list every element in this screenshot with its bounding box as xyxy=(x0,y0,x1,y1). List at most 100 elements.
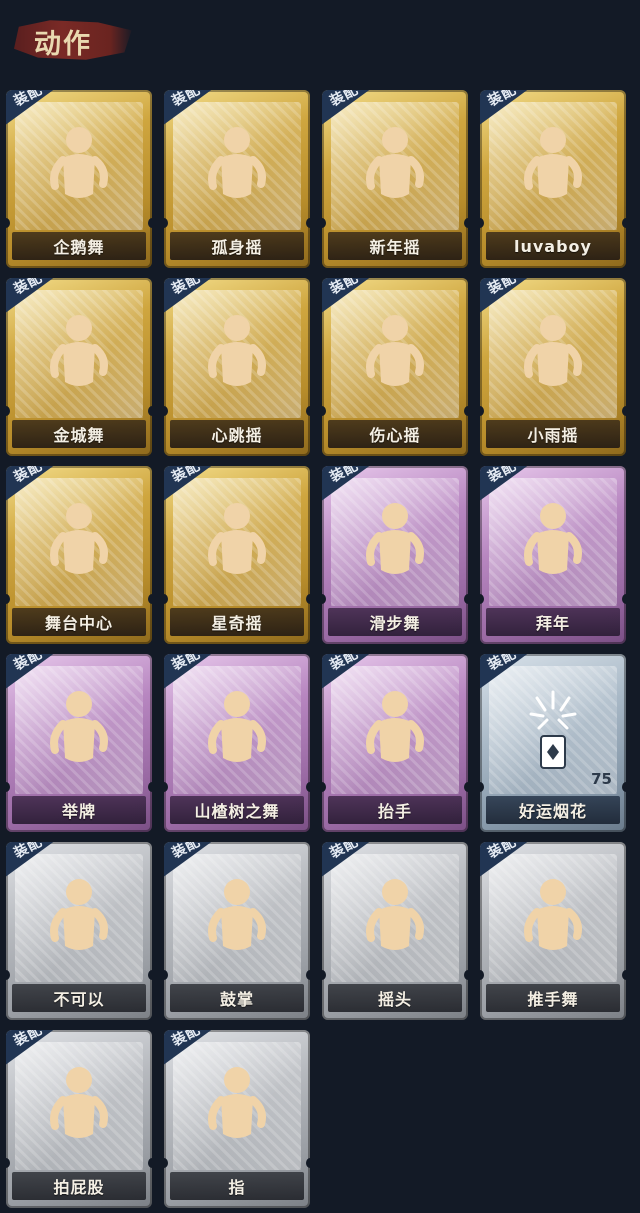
card-notch-decoration xyxy=(322,406,326,416)
emote-card[interactable]: 装配 小雨摇 xyxy=(480,278,626,456)
emote-card[interactable]: 装配 摇头 xyxy=(322,842,468,1020)
emote-card[interactable]: 装配 滑步舞 xyxy=(322,466,468,644)
emote-card[interactable]: 装配 鼓掌 xyxy=(164,842,310,1020)
emote-card[interactable]: 装配 企鹅舞 xyxy=(6,90,152,268)
emote-name: 鼓掌 xyxy=(219,990,254,1009)
card-notch-decoration xyxy=(322,218,326,228)
dance-pose-icon xyxy=(33,1060,125,1156)
card-label-bar: 新年摇 xyxy=(328,232,462,260)
dance-pose-icon xyxy=(507,872,599,968)
emote-name: 指 xyxy=(228,1178,246,1197)
emote-card[interactable]: 装配 舞台中心 xyxy=(6,466,152,644)
emote-card[interactable]: 装配 伤心摇 xyxy=(322,278,468,456)
card-notch-decoration xyxy=(164,782,168,792)
emote-name: 孤身摇 xyxy=(211,238,263,257)
card-label-bar: 鼓掌 xyxy=(170,984,304,1012)
emote-card[interactable]: 装配 指 xyxy=(164,1030,310,1208)
emote-card[interactable]: 装配 拍屁股 xyxy=(6,1030,152,1208)
card-label-bar: 摇头 xyxy=(328,984,462,1012)
hold-sign-icon xyxy=(33,684,125,780)
card-notch-decoration xyxy=(464,218,468,228)
card-label-bar: 孤身摇 xyxy=(170,232,304,260)
emote-name: 好运烟花 xyxy=(518,802,587,821)
dance-pose-icon xyxy=(349,120,441,216)
emote-name: 金城舞 xyxy=(53,426,105,445)
card-label-bar: 指 xyxy=(170,1172,304,1200)
card-notch-decoration xyxy=(164,218,168,228)
card-notch-decoration xyxy=(622,594,626,604)
emote-name: 举牌 xyxy=(61,802,96,821)
dance-pose-icon xyxy=(191,120,283,216)
card-notch-decoration xyxy=(6,594,10,604)
card-notch-decoration xyxy=(6,406,10,416)
card-notch-decoration xyxy=(306,1158,310,1168)
emote-card[interactable]: 装配 心跳摇 xyxy=(164,278,310,456)
point-hand-icon xyxy=(191,1060,283,1156)
emote-name: 摇头 xyxy=(377,990,412,1009)
card-notch-decoration xyxy=(306,218,310,228)
emote-card[interactable]: 装配 孤身摇 xyxy=(164,90,310,268)
emote-card[interactable]: 装配 新年摇 xyxy=(322,90,468,268)
emote-card[interactable]: 装配 推手舞 xyxy=(480,842,626,1020)
firework-icon xyxy=(507,684,599,780)
emote-name: 企鹅舞 xyxy=(53,238,105,257)
clap-icon xyxy=(191,872,283,968)
card-notch-decoration xyxy=(480,406,484,416)
dance-pose-icon xyxy=(33,496,125,592)
card-label-bar: 星奇摇 xyxy=(170,608,304,636)
emote-name: 星奇摇 xyxy=(211,614,263,633)
card-notch-decoration xyxy=(164,1158,168,1168)
dance-pose-icon xyxy=(191,308,283,404)
card-label-bar: 举牌 xyxy=(12,796,146,824)
greeting-pose-icon xyxy=(507,496,599,592)
emote-card[interactable]: 装配 抬手 xyxy=(322,654,468,832)
emote-card[interactable]: 装配 举牌 xyxy=(6,654,152,832)
card-notch-decoration xyxy=(322,594,326,604)
card-notch-decoration xyxy=(464,970,468,980)
card-label-bar: 金城舞 xyxy=(12,420,146,448)
emote-name: 拜年 xyxy=(535,614,570,633)
emote-card[interactable]: 装配 拜年 xyxy=(480,466,626,644)
card-notch-decoration xyxy=(164,406,168,416)
shake-head-icon xyxy=(349,872,441,968)
card-label-bar: luvaboy xyxy=(486,232,620,260)
emote-name: 山楂树之舞 xyxy=(194,802,280,821)
card-label-bar: 好运烟花 xyxy=(486,796,620,824)
emote-name: 新年摇 xyxy=(369,238,421,257)
emote-card[interactable]: 装配 好运烟花 75 xyxy=(480,654,626,832)
emote-card[interactable]: 装配 星奇摇 xyxy=(164,466,310,644)
emote-name: 舞台中心 xyxy=(44,614,113,633)
emote-card[interactable]: 装配 金城舞 xyxy=(6,278,152,456)
card-notch-decoration xyxy=(464,594,468,604)
card-notch-decoration xyxy=(164,594,168,604)
card-label-bar: 滑步舞 xyxy=(328,608,462,636)
heart-hands-icon xyxy=(349,308,441,404)
card-notch-decoration xyxy=(6,1158,10,1168)
emote-card[interactable]: 装配 山楂树之舞 xyxy=(164,654,310,832)
card-notch-decoration xyxy=(148,594,152,604)
item-count: 75 xyxy=(591,770,612,788)
card-notch-decoration xyxy=(306,594,310,604)
card-notch-decoration xyxy=(480,218,484,228)
card-label-bar: 伤心摇 xyxy=(328,420,462,448)
card-notch-decoration xyxy=(148,1158,152,1168)
emote-card[interactable]: 装配 不可以 xyxy=(6,842,152,1020)
emote-card[interactable]: 装配 luvaboy xyxy=(480,90,626,268)
card-label-bar: 拜年 xyxy=(486,608,620,636)
card-notch-decoration xyxy=(480,782,484,792)
dance-pose-icon xyxy=(191,684,283,780)
card-notch-decoration xyxy=(622,970,626,980)
card-notch-decoration xyxy=(622,782,626,792)
emote-name: 推手舞 xyxy=(527,990,579,1009)
dance-pose-icon xyxy=(507,308,599,404)
emote-name: 不可以 xyxy=(53,990,105,1009)
card-notch-decoration xyxy=(6,970,10,980)
card-notch-decoration xyxy=(6,782,10,792)
emote-name: 拍屁股 xyxy=(53,1178,105,1197)
card-label-bar: 抬手 xyxy=(328,796,462,824)
card-notch-decoration xyxy=(6,218,10,228)
card-notch-decoration xyxy=(322,970,326,980)
page-title: 动作 xyxy=(34,29,92,60)
dance-pose-icon xyxy=(33,308,125,404)
card-label-bar: 小雨摇 xyxy=(486,420,620,448)
